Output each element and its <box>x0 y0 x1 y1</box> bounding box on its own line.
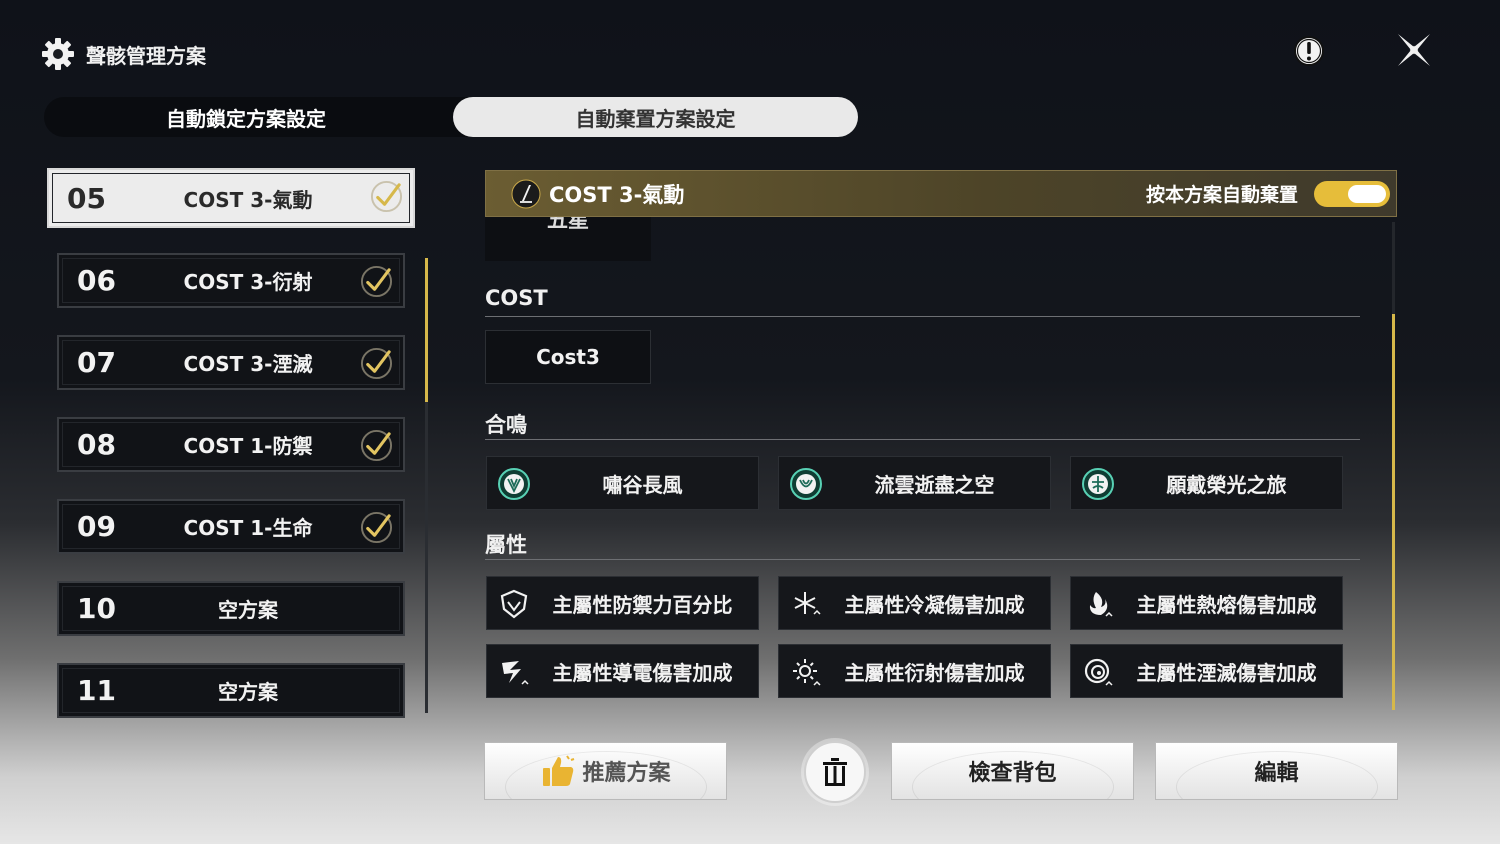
shield-icon <box>500 589 528 619</box>
sun-icon <box>793 659 821 686</box>
check-icon <box>360 347 393 380</box>
preset-number: 08 <box>77 428 116 461</box>
attribute-chip[interactable]: 主屬性防禦力百分比 <box>486 576 759 630</box>
preset-number: 07 <box>77 346 116 379</box>
recommend-preset-button[interactable]: 推薦方案 <box>484 742 727 800</box>
check-backpack-label: 檢查背包 <box>968 761 1057 786</box>
sonata-chip[interactable]: 願戴榮光之旅 <box>1070 456 1343 510</box>
sonata-chip[interactable]: 嘯谷長風 <box>486 456 759 510</box>
rarity-chip[interactable]: 五星 <box>485 217 651 261</box>
scheme-scroll-thumb[interactable] <box>1392 314 1395 710</box>
preset-name: 空方案 <box>218 598 278 622</box>
preset-number: 10 <box>77 592 116 625</box>
check-icon <box>360 511 393 544</box>
check-backpack-button[interactable]: 檢查背包 <box>891 742 1134 800</box>
preset-item-08[interactable]: 08 COST 1-防禦 <box>57 417 405 472</box>
section-divider <box>485 316 1360 317</box>
lightning-icon <box>502 661 529 685</box>
preset-number: 05 <box>67 181 106 215</box>
preset-item-06[interactable]: 06 COST 3-衍射 <box>57 253 405 308</box>
page-title: 聲骸管理方案 <box>86 43 206 68</box>
edit-label: 編輯 <box>1254 761 1299 786</box>
preset-number: 11 <box>77 674 116 707</box>
thumbs-up-icon <box>543 755 575 786</box>
flame-icon <box>1089 592 1113 617</box>
exclamation-icon[interactable] <box>1292 34 1326 68</box>
trash-icon <box>823 758 847 786</box>
preset-name: 空方案 <box>218 680 278 704</box>
preset-item-09[interactable]: 09 COST 1-生命 <box>57 499 405 554</box>
section-divider <box>485 439 1360 440</box>
scheme-header: COST 3-氣動 按本方案自動棄置 <box>485 170 1397 217</box>
close-x-icon[interactable] <box>1394 30 1434 70</box>
recommend-label: 推薦方案 <box>582 761 671 786</box>
sonata-chip[interactable]: 流雲逝盡之空 <box>778 456 1051 510</box>
page-header: 聲骸管理方案 <box>40 36 206 72</box>
check-icon <box>360 429 393 462</box>
tab-auto-discard[interactable]: 自動棄置方案設定 <box>453 97 858 137</box>
vortex-icon <box>1084 658 1113 686</box>
auto-discard-label: 按本方案自動棄置 <box>1145 184 1298 206</box>
section-title-cost: COST <box>485 286 548 310</box>
preset-item-05[interactable]: 05 COST 3-氣動 <box>47 168 415 228</box>
section-title-sonata: 合鳴 <box>485 413 527 437</box>
attribute-chip[interactable]: 主屬性湮滅傷害加成 <box>1070 644 1343 698</box>
preset-item-07[interactable]: 07 COST 3-湮滅 <box>57 335 405 390</box>
preset-item-11[interactable]: 11 空方案 <box>57 663 405 718</box>
preset-item-10[interactable]: 10 空方案 <box>57 581 405 636</box>
attribute-chip[interactable]: 主屬性冷凝傷害加成 <box>778 576 1051 630</box>
check-icon <box>360 265 393 298</box>
tab-bar: 自動鎖定方案設定 自動棄置方案設定 <box>44 97 858 137</box>
attribute-chip[interactable]: 主屬性衍射傷害加成 <box>778 644 1051 698</box>
attribute-chip[interactable]: 主屬性熱熔傷害加成 <box>1070 576 1343 630</box>
edit-button[interactable]: 編輯 <box>1155 742 1398 800</box>
auto-discard-toggle[interactable] <box>1314 180 1390 207</box>
sonata-glory-icon <box>1082 468 1114 500</box>
cost-chip[interactable]: Cost3 <box>485 330 651 384</box>
tab-auto-lock[interactable]: 自動鎖定方案設定 <box>44 97 448 137</box>
gear-icon[interactable] <box>40 36 76 72</box>
aero-element-icon <box>511 179 541 208</box>
attribute-chip[interactable]: 主屬性導電傷害加成 <box>486 644 759 698</box>
section-divider <box>485 559 1360 560</box>
preset-number: 06 <box>77 264 116 297</box>
check-icon <box>370 180 403 213</box>
delete-button[interactable] <box>804 741 866 803</box>
scheme-title: COST 3-氣動 <box>549 182 685 207</box>
section-title-attribute: 屬性 <box>485 533 527 557</box>
sonata-aero-icon <box>498 468 530 500</box>
preset-number: 09 <box>77 510 116 543</box>
snowflake-icon <box>794 592 821 615</box>
preset-list-scroll-thumb[interactable] <box>425 258 428 402</box>
sonata-cloud-icon <box>790 468 822 500</box>
